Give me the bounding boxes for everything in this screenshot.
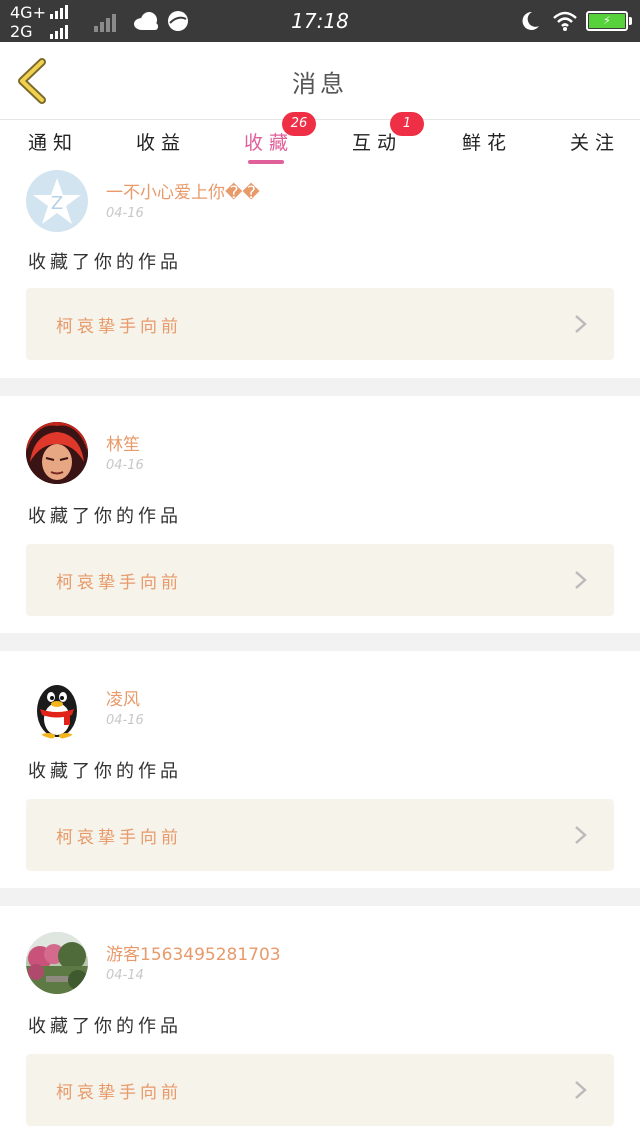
tab-bar: 通知 收益 收藏 26 互动 1 鲜花 关注 (0, 112, 640, 166)
divider (0, 888, 640, 906)
do-not-disturb-moon-icon (522, 11, 539, 30)
active-tab-indicator (248, 160, 284, 164)
message-date: 04-16 (106, 713, 144, 728)
red-haired-character-icon (26, 422, 88, 484)
work-title: 柯哀挚手向前 (56, 573, 182, 593)
wifi-icon (553, 11, 577, 31)
svg-text:Z: Z (51, 193, 63, 214)
list-item: Z 一不小心爱上你�� 04-16 收藏了你的作品 柯哀挚手向前 (0, 166, 640, 360)
divider (0, 633, 640, 651)
garden-photo-icon (26, 932, 88, 994)
avatar[interactable]: Z (26, 170, 88, 232)
chevron-right-icon (575, 826, 587, 844)
divider (0, 378, 640, 396)
work-title: 柯哀挚手向前 (56, 317, 182, 337)
work-link[interactable]: 柯哀挚手向前 (26, 1054, 614, 1126)
username[interactable]: 游客1563495281703 (106, 940, 281, 965)
avatar[interactable] (26, 422, 88, 484)
message-date: 04-16 (106, 458, 144, 473)
work-link[interactable]: 柯哀挚手向前 (26, 288, 614, 360)
list-item: 凌风 04-16 收藏了你的作品 柯哀挚手向前 (0, 651, 640, 871)
work-title: 柯哀挚手向前 (56, 828, 182, 848)
chevron-right-icon (575, 571, 587, 589)
interactions-count-badge: 1 (390, 112, 424, 136)
chevron-right-icon (575, 1081, 587, 1099)
status-bar: 4G+ 2G 17:18 ⚡ (0, 0, 640, 42)
action-text: 收藏了你的作品 (28, 252, 182, 273)
header: 消息 (0, 42, 640, 120)
tab-earnings[interactable]: 收益 (136, 128, 186, 155)
qzone-star-icon: Z (26, 170, 88, 232)
action-text: 收藏了你的作品 (28, 506, 182, 527)
avatar[interactable] (26, 932, 88, 994)
tab-following[interactable]: 关注 (570, 128, 620, 155)
tab-notifications[interactable]: 通知 (28, 128, 78, 155)
avatar[interactable] (26, 677, 88, 739)
work-title: 柯哀挚手向前 (56, 1083, 182, 1103)
message-date: 04-14 (106, 968, 144, 983)
work-link[interactable]: 柯哀挚手向前 (26, 544, 614, 616)
action-text: 收藏了你的作品 (28, 1016, 182, 1037)
status-time: 17:18 (291, 9, 349, 33)
battery-charging-icon: ⚡ (586, 11, 632, 31)
page-title: 消息 (292, 70, 348, 98)
action-text: 收藏了你的作品 (28, 761, 182, 782)
favorites-count-badge: 26 (282, 112, 316, 136)
qq-penguin-icon (37, 685, 77, 739)
username[interactable]: 凌风 (106, 685, 140, 710)
message-list[interactable]: Z 一不小心爱上你�� 04-16 收藏了你的作品 柯哀挚手向前 林笙 04-1… (0, 166, 640, 1138)
username[interactable]: 林笙 (106, 430, 140, 455)
list-item: 林笙 04-16 收藏了你的作品 柯哀挚手向前 (0, 396, 640, 616)
list-item: 游客1563495281703 04-14 收藏了你的作品 柯哀挚手向前 (0, 906, 640, 1126)
username[interactable]: 一不小心爱上你�� (106, 178, 260, 203)
chevron-right-icon (575, 315, 587, 333)
work-link[interactable]: 柯哀挚手向前 (26, 799, 614, 871)
tab-flowers[interactable]: 鲜花 (462, 128, 512, 155)
message-date: 04-16 (106, 206, 144, 221)
